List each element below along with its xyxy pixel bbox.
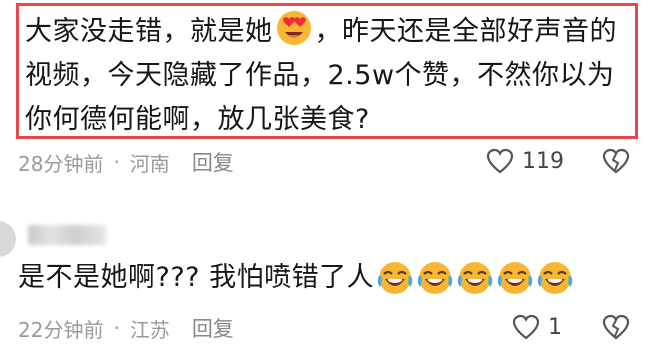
highlight-box: 大家没走错，就是她 ，昨天还是全部好声音的视频，今天隐藏了作品，2.5w个赞，不…	[16, 3, 638, 139]
broken-heart-icon	[602, 148, 630, 174]
dislike-button[interactable]	[602, 314, 630, 344]
comment-location: 江苏	[129, 317, 170, 342]
comment-time: 22分钟前	[18, 317, 104, 342]
like-count: 119	[522, 148, 564, 174]
comment-text-body: 是不是她啊??? 我怕喷错了人	[18, 262, 375, 293]
rolling-laugh-emoji-icon	[497, 262, 533, 294]
comment-time: 28分钟前	[18, 151, 104, 176]
rolling-laugh-emoji-icon	[457, 262, 493, 294]
separator: ·	[113, 150, 120, 174]
comment-meta: 28分钟前 · 河南 回复	[18, 145, 234, 179]
comment-text: 是不是她啊??? 我怕喷错了人	[18, 258, 576, 298]
emoji-group	[376, 259, 576, 297]
comment-meta: 22分钟前 · 江苏 回复	[18, 311, 234, 345]
heart-icon	[512, 314, 540, 340]
like-button[interactable]: 119	[486, 148, 564, 174]
broken-heart-icon	[602, 314, 630, 340]
rolling-laugh-emoji-icon	[377, 262, 413, 294]
rolling-laugh-emoji-icon	[417, 262, 453, 294]
reply-button[interactable]: 回复	[192, 313, 234, 343]
heart-eyes-emoji-icon	[276, 11, 311, 45]
rolling-laugh-emoji-icon	[537, 262, 573, 294]
comment-text-part1: 大家没走错，就是她	[25, 16, 273, 47]
like-button[interactable]: 1	[512, 314, 562, 340]
comment-location: 河南	[129, 151, 170, 176]
like-count: 1	[548, 314, 562, 340]
separator: ·	[113, 316, 120, 340]
username[interactable]	[28, 225, 106, 245]
avatar[interactable]	[0, 221, 16, 257]
dislike-button[interactable]	[602, 148, 630, 178]
reply-button[interactable]: 回复	[192, 147, 234, 177]
heart-icon	[486, 148, 514, 174]
comment-text: 大家没走错，就是她 ，昨天还是全部好声音的视频，今天隐藏了作品，2.5w个赞，不…	[25, 8, 629, 142]
